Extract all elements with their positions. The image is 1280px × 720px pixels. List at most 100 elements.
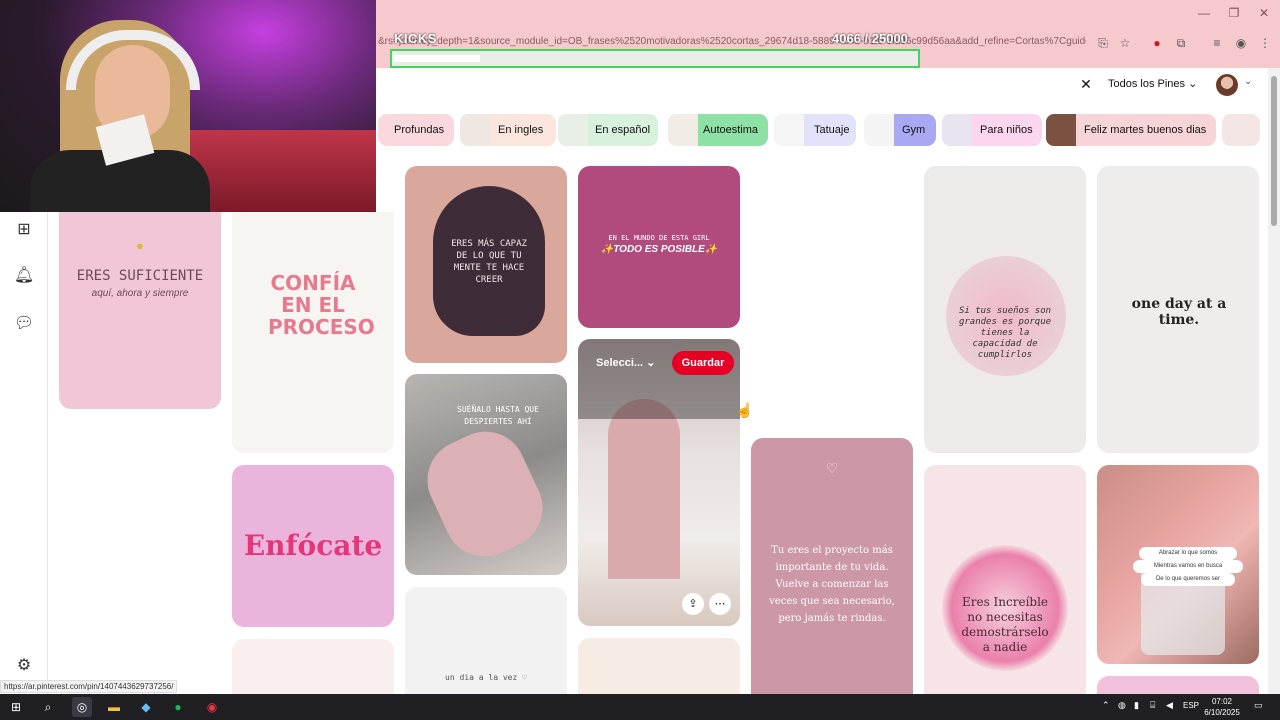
board-select[interactable]: Selecci... ⌄ (596, 356, 655, 369)
pin-text: SUÉÑALO HASTA QUE DESPIERTES AHÍ (457, 405, 539, 426)
maximize-icon[interactable]: ❐ (1224, 6, 1244, 20)
left-sidebar: ⊞ 🔔︎ 💬︎ ⚙ (0, 212, 48, 694)
chip-thumbnail (558, 114, 588, 146)
more-options-icon[interactable]: ⋯ (709, 593, 731, 615)
clock-date: 6/10/2025 (1204, 708, 1240, 717)
pin-suenalo[interactable]: SUÉÑALO HASTA QUE DESPIERTES AHÍ (405, 374, 567, 575)
chip-label: Feliz martes buenos dias (1084, 124, 1207, 136)
pin-text: aquí, ahora y siempre (91, 288, 189, 299)
profile-icon[interactable]: ◉ (1232, 34, 1250, 52)
chip-next[interactable] (1222, 114, 1260, 146)
address-bar[interactable]: &rs=journey_depth=1&source_module_id=OB_… (378, 36, 1086, 50)
chip-label: En ingles (498, 124, 544, 136)
chip-feliz-martes[interactable]: Feliz martes buenos dias (1046, 114, 1216, 146)
mouse-cursor-icon: ☝ (736, 402, 754, 418)
extensions-icon[interactable]: ⧉ (1172, 34, 1190, 52)
messages-icon[interactable]: 💬︎ (12, 312, 36, 336)
pin-text: Si tus sueños son grandes es porque tien… (958, 306, 1052, 360)
pin-partial[interactable] (1097, 676, 1259, 694)
chip-en-espanol[interactable]: En español (558, 114, 658, 146)
tray-app-icon[interactable]: ◍ (1118, 700, 1126, 711)
chip-profundas[interactable]: Profundas (378, 114, 454, 146)
pin-partial[interactable] (578, 638, 740, 694)
obs-icon[interactable]: ◉ (202, 697, 222, 717)
settings-icon[interactable]: ⚙ (12, 654, 36, 678)
tray-chevron-icon[interactable]: ⌃ (1102, 700, 1110, 711)
file-explorer-icon[interactable]: ▬ (104, 697, 124, 717)
kicks-count: 4066 / 25000 (832, 31, 908, 46)
pin-text: ERES SUFICIENTE (76, 268, 204, 284)
pin-text: one day at a time. (1131, 296, 1227, 328)
pin-todo-posible[interactable]: EN EL MUNDO DE ESTA GIRL ✨TODO ES POSIBL… (578, 166, 740, 328)
chip-thumbnail (864, 114, 894, 146)
save-button[interactable]: Guardar (672, 351, 734, 375)
chip-tatuaje[interactable]: Tatuaje (774, 114, 856, 146)
pin-text: Enfócate (243, 529, 383, 562)
pin-text-block: Abrazar lo que somos Mientras vamos en b… (1133, 547, 1243, 586)
chip-label: Profundas (394, 124, 445, 136)
media-icon[interactable]: ≡ (1208, 34, 1226, 52)
filter-dropdown[interactable]: Todos los Pines ⌄ (1108, 74, 1197, 94)
create-icon[interactable]: ⊞ (12, 218, 36, 242)
pin-text: CONFÍA EN EL PROCESO (268, 271, 375, 339)
chrome-icon[interactable]: ◎ (72, 697, 92, 717)
pin-text: Eres Increíble no necesitas demostrársel… (961, 595, 1049, 654)
language-indicator[interactable]: ESP (1183, 701, 1199, 710)
pin-enfocate[interactable]: Enfócate (232, 465, 394, 627)
menu-icon[interactable]: ⋮ (1256, 34, 1274, 52)
page-scrollbar[interactable] (1268, 68, 1280, 694)
windows-taskbar: ⊞ ⌕ ◎ ▬ ◆ ● ◉ ⌃ ◍ ▮ ⌸ ◀ ESP 07:02 6/10/2… (0, 694, 1280, 720)
pin-eres-mas-capaz[interactable]: ERES MÁS CAPAZ DE LO QUE TU MENTE TE HAC… (405, 166, 567, 363)
close-window-icon[interactable]: ✕ (1254, 6, 1274, 20)
volume-icon[interactable]: ◀ (1166, 700, 1173, 711)
spotify-icon[interactable]: ● (168, 697, 188, 717)
pin-abrazar[interactable]: Abrazar lo que somos Mientras vamos en b… (1097, 465, 1259, 664)
pin-text: Abrazar lo que somos (1139, 547, 1237, 560)
bookmark-star-icon[interactable]: ☆ (1116, 34, 1134, 52)
avatar[interactable] (1216, 74, 1238, 96)
scrollbar-thumb[interactable] (1271, 76, 1277, 226)
chip-thumbnail (774, 114, 804, 146)
notifications-tray-icon[interactable]: ▭ (1254, 700, 1263, 711)
pin-partial[interactable] (232, 639, 394, 694)
clear-search-icon[interactable]: ✕ (1076, 74, 1096, 94)
minimize-icon[interactable]: — (1194, 6, 1214, 20)
install-app-icon[interactable]: ⎘ (1094, 34, 1112, 52)
pin-text: ✨TODO ES POSIBLE✨ (600, 244, 718, 255)
steam-icon[interactable]: ◆ (136, 697, 156, 717)
heart-icon: ♡ (825, 460, 839, 476)
notifications-icon[interactable]: 🔔︎ (12, 264, 36, 288)
guide-chips: Profundas En ingles En español Autoestim… (378, 114, 1260, 148)
chip-thumbnail (1046, 114, 1076, 146)
pin-text: un dia a la vez ♡ (445, 673, 527, 682)
pin-text: Mientras vamos en busca (1133, 560, 1243, 573)
star-icon: ✸ (135, 242, 145, 253)
account-chevron-icon[interactable]: ⌄ (1244, 76, 1252, 87)
pin-text: ERES MÁS CAPAZ DE LO QUE TU MENTE TE HAC… (451, 239, 527, 285)
network-icon[interactable]: ⌸ (1150, 700, 1155, 711)
pin-eres-suficiente[interactable]: ✸ ERES SUFICIENTE aquí, ahora y siempre (59, 212, 221, 409)
mic-icon[interactable]: ▮ (1134, 700, 1139, 711)
chip-label: En español (595, 124, 651, 136)
chip-autoestima[interactable]: Autoestima (668, 114, 768, 146)
pin-un-dia[interactable]: un dia a la vez ♡ (405, 587, 567, 694)
pin-eres-increible[interactable]: Eres Increíble no necesitas demostrársel… (924, 465, 1086, 694)
search-icon[interactable]: ⌕ (38, 697, 58, 717)
kicks-progress-fill (394, 55, 480, 62)
pin-text: Tu eres el proyecto más importante de tu… (769, 545, 895, 624)
windows-start-icon[interactable]: ⊞ (6, 697, 26, 717)
pin-one-day[interactable]: one day at a time. (1097, 166, 1259, 453)
chip-thumbnail (460, 114, 490, 146)
chip-gym[interactable]: Gym (864, 114, 936, 146)
chip-en-ingles[interactable]: En ingles (460, 114, 556, 146)
pin-tu-eres-proyecto[interactable]: ♡ Tu eres el proyecto más importante de … (751, 438, 913, 694)
pin-confia-proceso[interactable]: CONFÍA EN EL PROCESO (232, 212, 394, 453)
pin-suenos-grandes[interactable]: Si tus sueños son grandes es porque tien… (924, 166, 1086, 453)
chip-para-ninos[interactable]: Para niños (942, 114, 1042, 146)
share-icon[interactable]: ⇪ (682, 593, 704, 615)
opera-icon[interactable]: ● (1148, 34, 1166, 52)
pin-puerta-rosa[interactable] (578, 339, 740, 626)
taskbar-clock[interactable]: 07:02 6/10/2025 (1202, 696, 1242, 718)
pin-door (608, 399, 680, 579)
chip-label: Para niños (980, 124, 1033, 136)
